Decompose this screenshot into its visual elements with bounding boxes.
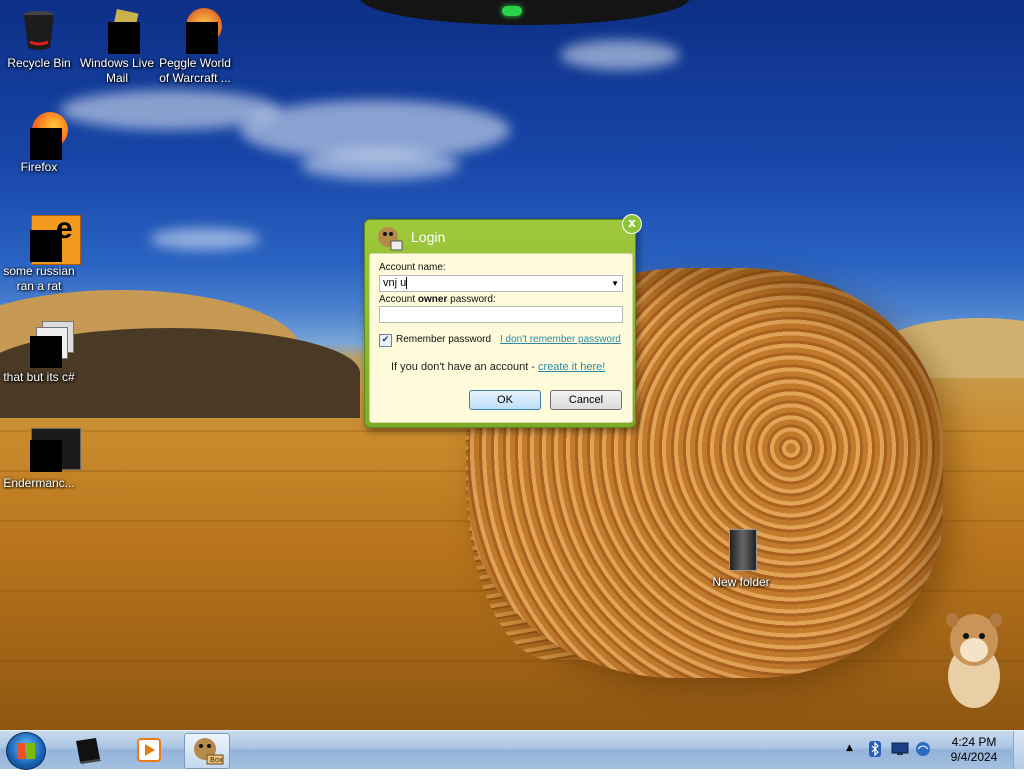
- taskbar-cmd[interactable]: [66, 733, 110, 767]
- cancel-button[interactable]: Cancel: [550, 390, 622, 410]
- cloud: [300, 150, 460, 180]
- forgot-password-link[interactable]: I don't remember password: [500, 334, 621, 345]
- dialog-body: Account name: vnj u ▼ Account owner pass…: [369, 253, 633, 423]
- cmd-icon: [76, 738, 101, 764]
- desktop-icon-windows-live-mail[interactable]: Windows Live Mail: [78, 6, 156, 86]
- taskbar-box-label: Box: [210, 756, 224, 764]
- desktop-icon-some-russian[interactable]: e some russian ran a rat: [0, 214, 81, 294]
- ok-button[interactable]: OK: [469, 390, 541, 410]
- bluetooth-icon[interactable]: [868, 740, 882, 778]
- clock[interactable]: 4:24 PM 9/4/2024: [938, 735, 1010, 765]
- desktop-icon-new-folder[interactable]: New folder: [702, 527, 780, 590]
- taskbar-box-app[interactable]: Box: [184, 733, 230, 769]
- gadget-indicator: [502, 6, 522, 16]
- app-icon: [16, 320, 74, 368]
- app-icon: e: [16, 214, 81, 265]
- account-name-label: Account name:: [379, 262, 446, 273]
- app-icon: [16, 426, 81, 472]
- mail-icon: [94, 6, 140, 54]
- chevron-down-icon[interactable]: ▼: [611, 276, 619, 291]
- desktop-icon-label: some russian ran a rat: [3, 264, 75, 293]
- dialog-title: Login: [411, 229, 446, 245]
- close-icon[interactable]: x: [622, 214, 642, 234]
- field-row: [0, 660, 1024, 662]
- owner-password-label: Account owner password:: [379, 294, 496, 305]
- no-account-text: If you don't have an account - create it…: [391, 361, 606, 373]
- windows-logo-icon: [17, 743, 35, 759]
- desktop-icon-recycle-bin[interactable]: Recycle Bin: [0, 6, 78, 71]
- desktop-icon-label: Windows Live Mail: [79, 56, 155, 85]
- show-desktop-button[interactable]: [1013, 731, 1024, 769]
- desktop-icon-label: that but its c#: [3, 370, 75, 384]
- remember-password-checkbox[interactable]: ✔: [379, 334, 392, 347]
- account-name-combobox[interactable]: vnj u ▼: [379, 275, 623, 292]
- desktop-icon-label: Endermanc...: [3, 476, 75, 490]
- media-player-icon: [137, 738, 161, 762]
- desktop-icon-label: Firefox: [20, 160, 58, 174]
- gadget-bar: [360, 0, 690, 25]
- taskbar-media-player[interactable]: [126, 733, 170, 767]
- desktop-icon-label: Peggle World of Warcraft ...: [159, 56, 231, 85]
- taskbar: Box ▲ 4:24 PM 9/4/2024: [0, 730, 1024, 770]
- folder-icon: [723, 527, 759, 571]
- desktop-icon-label: Recycle Bin: [7, 56, 71, 70]
- clock-date: 9/4/2024: [950, 750, 998, 764]
- desktop-icon-peggle[interactable]: Peggle World of Warcraft ...: [156, 6, 234, 86]
- show-hidden-icon[interactable]: ▲: [846, 743, 853, 781]
- peggle-icon: [172, 6, 222, 54]
- start-button[interactable]: [6, 732, 46, 770]
- network-icon[interactable]: [914, 741, 932, 779]
- desktop-icon-endermanc[interactable]: Endermanc...: [0, 426, 81, 491]
- account-name-value: vnj u: [383, 277, 407, 289]
- monitor-icon[interactable]: [891, 742, 909, 780]
- desktop-icon-firefox[interactable]: Firefox: [0, 110, 78, 175]
- desktop-icon-label: New folder: [712, 575, 770, 589]
- hamster-mascot[interactable]: [938, 606, 1008, 710]
- remember-password-label: Remember password: [396, 334, 492, 345]
- cloud: [560, 40, 680, 70]
- desktop-icon-that-but-c[interactable]: that but its c#: [0, 320, 78, 385]
- firefox-icon: [16, 110, 68, 160]
- recycle-bin-icon: [16, 6, 62, 52]
- cloud: [150, 228, 260, 250]
- create-account-link[interactable]: create it here!: [538, 361, 605, 373]
- owner-password-field[interactable]: [379, 306, 623, 323]
- login-dialog: Login x Account name: vnj u ▼ Account ow…: [364, 214, 642, 428]
- beaver-app-icon: [376, 224, 404, 252]
- clock-time: 4:24 PM: [951, 735, 997, 749]
